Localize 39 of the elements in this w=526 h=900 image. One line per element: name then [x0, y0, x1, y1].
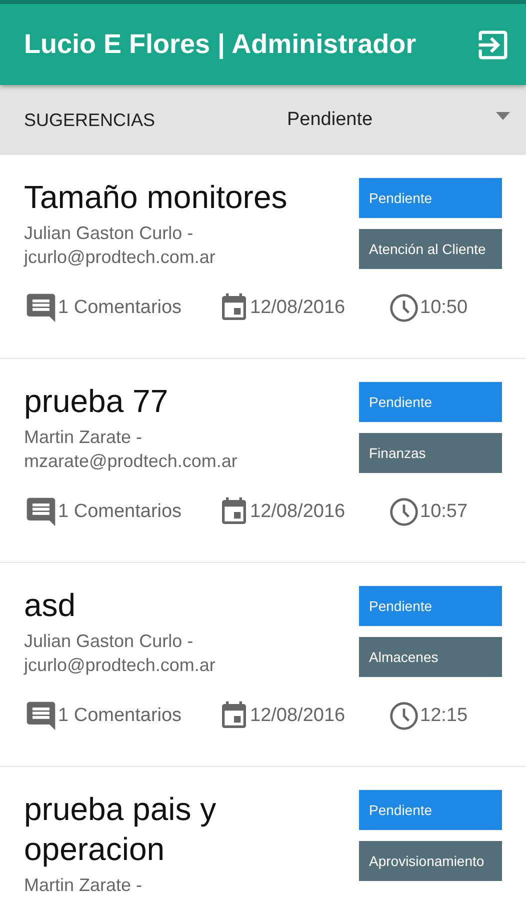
author-email: jcurlo@prodtech.com.ar: [24, 246, 216, 269]
clock-icon: [388, 292, 420, 324]
author-name: Martin Zarate -: [24, 874, 144, 897]
status-badge: Pendiente: [359, 178, 502, 218]
author-name: Martin Zarate -: [24, 426, 144, 449]
suggestion-card[interactable]: prueba 77 Martin Zarate - mzarate@prodtech.com.ar Pendiente Finanzas 1 Comentarios 12/08/2016 10:57: [0, 359, 526, 563]
status-dropdown[interactable]: Pendiente: [287, 109, 510, 131]
suggestion-title: Tamaño monitores: [24, 178, 288, 217]
date-text: 12/08/2016: [250, 297, 346, 319]
category-badge: Aprovisionamiento: [359, 841, 502, 881]
clock-icon: [388, 496, 420, 528]
suggestion-card[interactable]: prueba pais y operacion Martin Zarate - Pendiente Aprovisionamiento: [0, 767, 526, 900]
comment-count: 1 Comentarios: [58, 705, 183, 727]
suggestion-card[interactable]: Tamaño monitores Julian Gaston Curlo - jcurlo@prodtech.com.ar Pendiente Atención al Cliente 1 Comentarios 12/08/2016 10:50: [0, 155, 526, 359]
comment-count: 1 Comentarios: [58, 297, 183, 319]
time-text: 10:57: [420, 501, 468, 523]
category-badge: Finanzas: [359, 433, 502, 473]
time-text: 10:50: [420, 297, 468, 319]
app-title: Lucio E Flores | Administrador: [24, 29, 416, 60]
suggestion-title: asd: [24, 586, 77, 625]
author-email: mzarate@prodtech.com.ar: [24, 450, 238, 473]
date-text: 12/08/2016: [250, 501, 346, 523]
status-badge: Pendiente: [359, 790, 502, 830]
dropdown-arrow-icon: [496, 112, 510, 120]
suggestion-card[interactable]: asd Julian Gaston Curlo - jcurlo@prodtech.com.ar Pendiente Almacenes 1 Comentarios 12/08/2016 12:15: [0, 563, 526, 767]
author-name: Julian Gaston Curlo -: [24, 630, 194, 653]
suggestion-title: prueba pais y operacion: [24, 790, 218, 869]
author-name: Julian Gaston Curlo -: [24, 222, 194, 245]
category-badge: Atención al Cliente: [359, 229, 502, 269]
section-label: SUGERENCIAS: [24, 110, 156, 130]
category-badge: Almacenes: [359, 637, 502, 677]
status-badge: Pendiente: [359, 382, 502, 422]
suggestion-title: prueba 77: [24, 382, 170, 421]
time-text: 12:15: [420, 705, 468, 727]
status-badge: Pendiente: [359, 586, 502, 626]
date-text: 12/08/2016: [250, 705, 346, 727]
author-email: jcurlo@prodtech.com.ar: [24, 654, 216, 677]
clock-icon: [388, 700, 420, 732]
comment-count: 1 Comentarios: [58, 501, 183, 523]
